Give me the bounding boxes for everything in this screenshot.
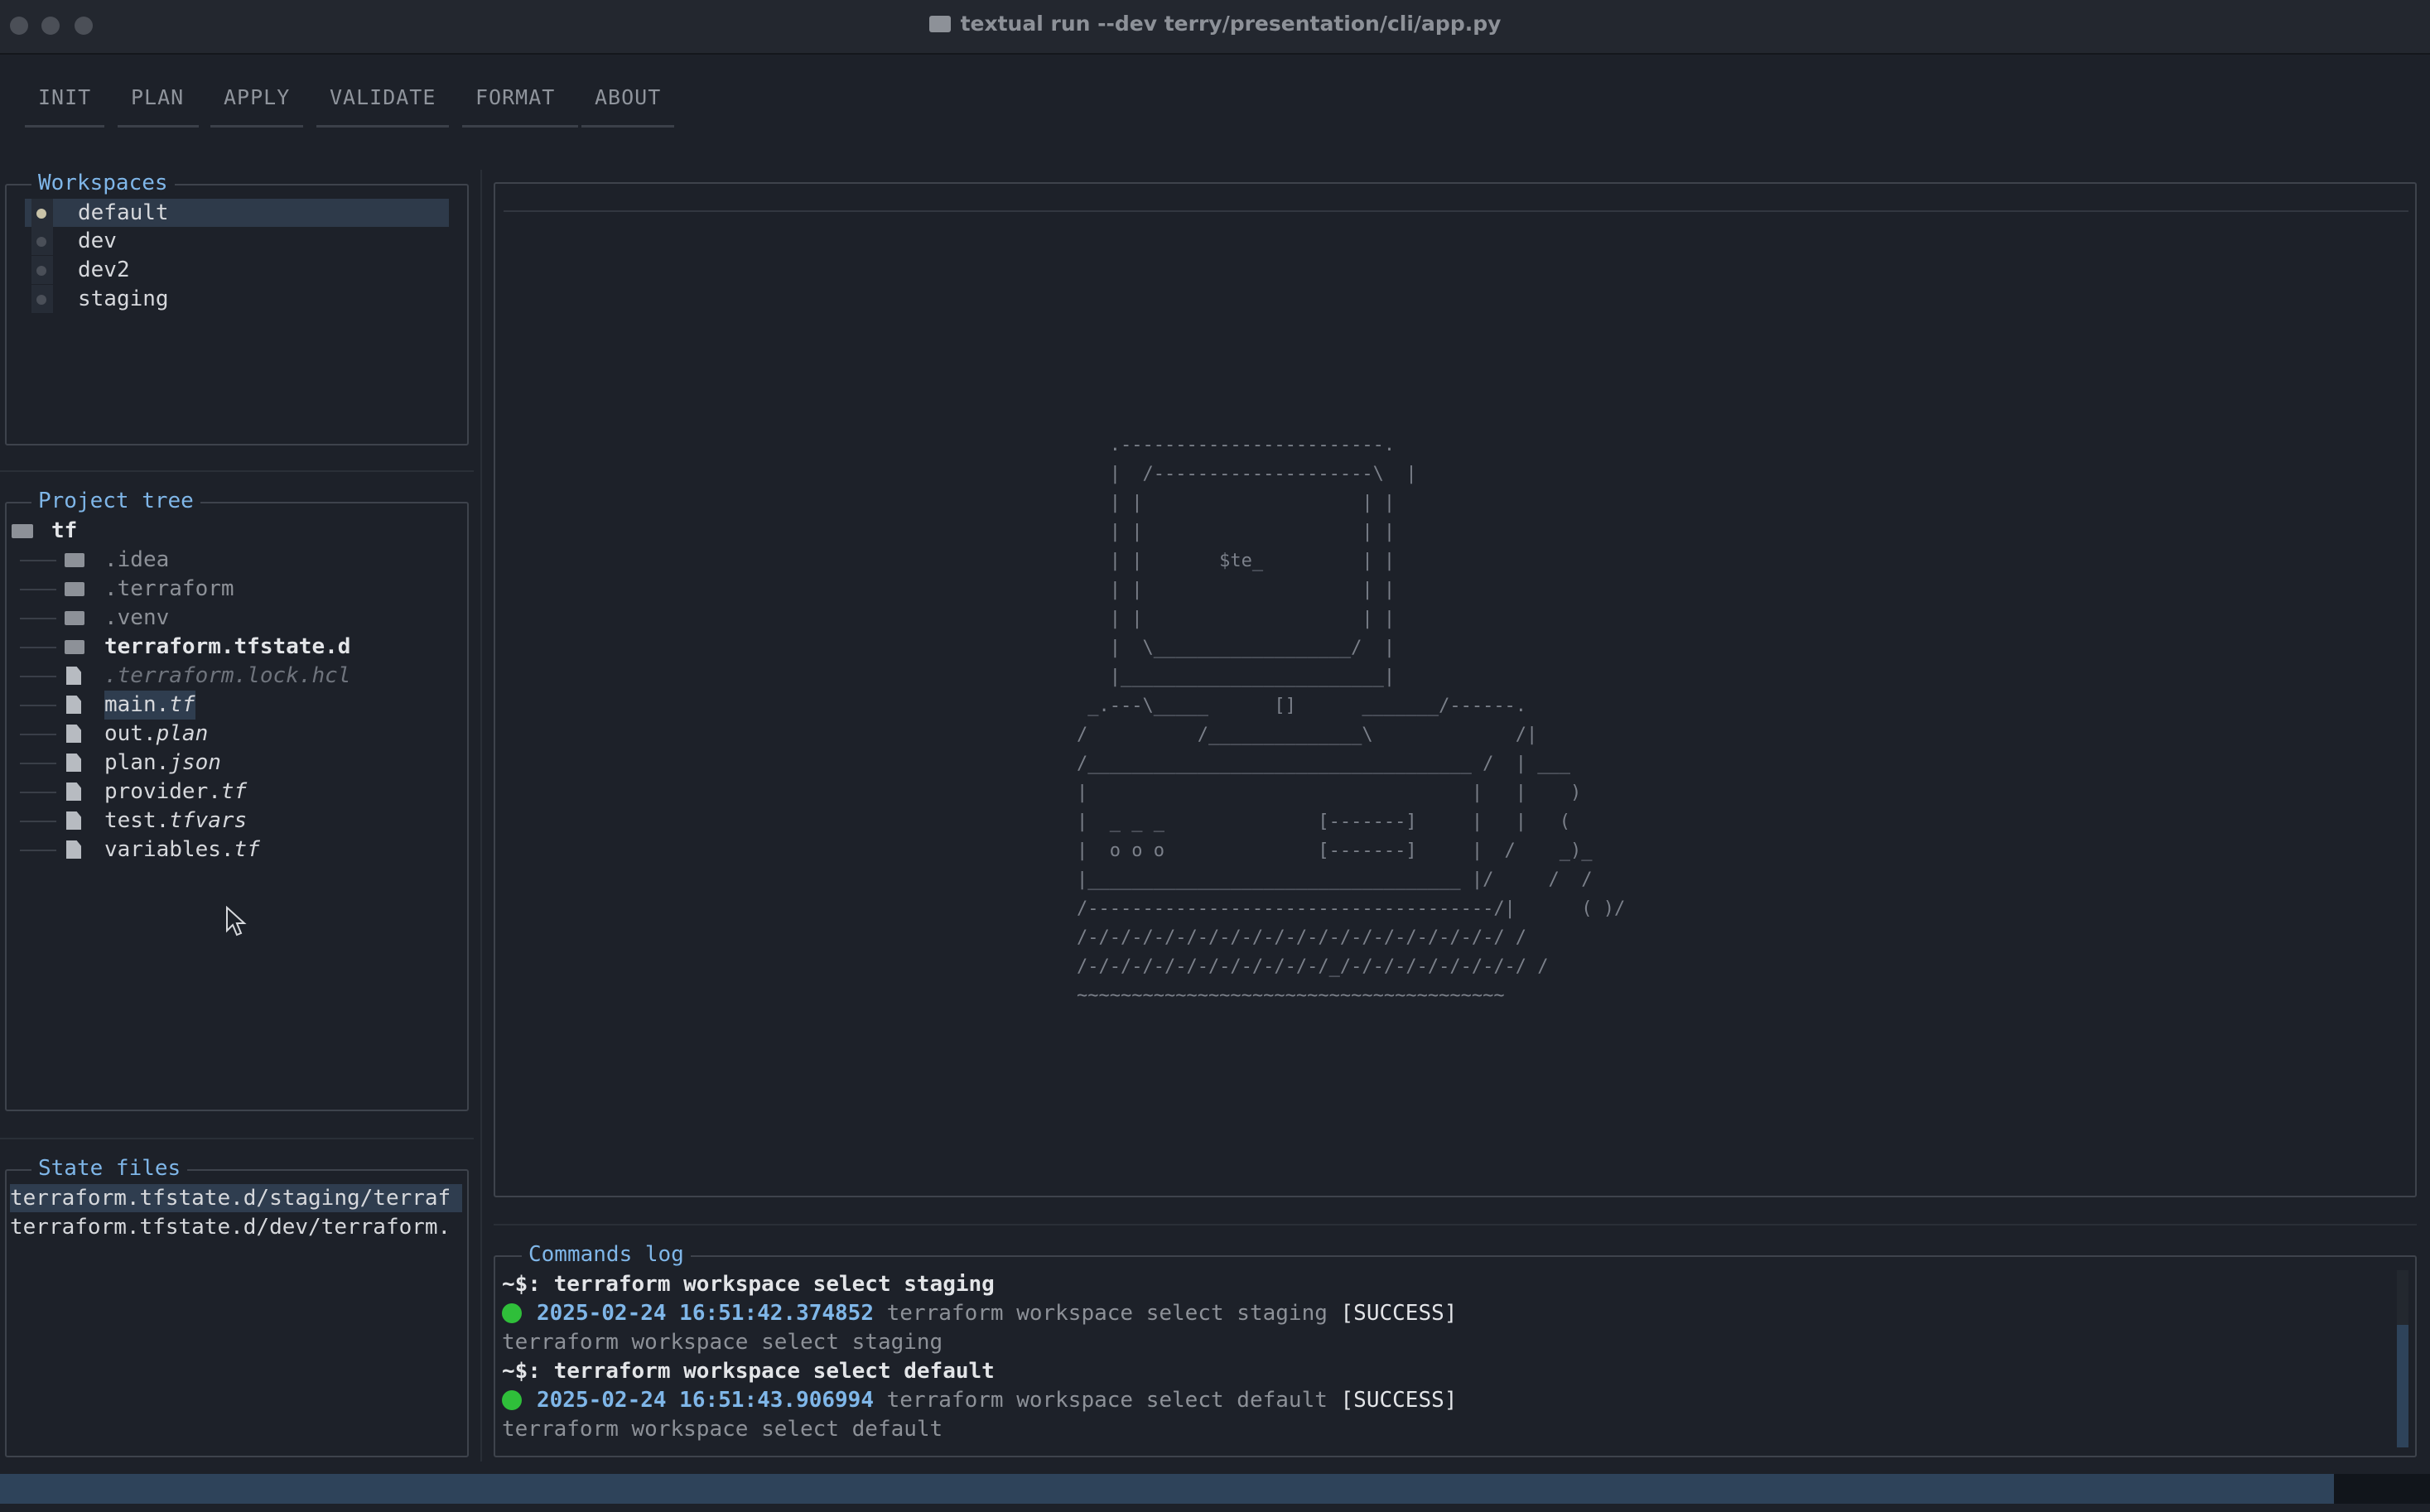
workspace-item-dev2[interactable]: dev2 <box>25 256 449 284</box>
workspaces-title: Workspaces <box>31 171 175 195</box>
tab-plan[interactable]: PLAN <box>118 81 199 128</box>
radio-dot-icon <box>36 237 46 247</box>
log-output: terraform workspace select default <box>502 1417 943 1442</box>
mouse-cursor-icon <box>226 906 247 937</box>
section-divider <box>494 1224 2417 1225</box>
folder-icon <box>65 640 84 654</box>
file-icon <box>66 811 81 830</box>
workspace-item-staging[interactable]: staging <box>25 285 449 313</box>
log-result: 2025-02-24 16:51:43.906994 terraform wor… <box>502 1386 1457 1415</box>
file-icon <box>66 754 81 772</box>
log-command: ~$: terraform workspace select staging <box>502 1272 995 1297</box>
file-icon <box>66 782 81 801</box>
tree-item-tfstate-dir[interactable]: terraform.tfstate.d <box>20 633 451 662</box>
radio-dot-icon <box>36 209 46 219</box>
tree-item-lockfile[interactable]: .terraform.lock.hcl <box>20 662 451 691</box>
state-file-item[interactable]: terraform.tfstate.d/dev/terraform. <box>10 1213 462 1241</box>
log-result: 2025-02-24 16:51:42.374852 terraform wor… <box>502 1299 1457 1328</box>
tab-validate[interactable]: VALIDATE <box>316 81 449 128</box>
tree-item-provider-tf[interactable]: provider.tf <box>20 778 451 807</box>
window-title: textual run --dev terry/presentation/cli… <box>0 12 2430 36</box>
folder-icon <box>928 16 951 32</box>
project-tree-title: Project tree <box>31 489 200 513</box>
tab-format[interactable]: FORMAT <box>462 81 578 128</box>
workspace-item-dev[interactable]: dev <box>25 227 449 255</box>
tree-item-out-plan[interactable]: out.plan <box>20 720 451 749</box>
radio-dot-icon <box>36 295 46 305</box>
folder-icon <box>65 553 84 567</box>
status-bar <box>0 1474 2334 1504</box>
content-rule <box>504 210 2408 212</box>
file-icon <box>66 667 81 685</box>
tree-item-venv[interactable]: .venv <box>20 604 451 633</box>
log-command: ~$: terraform workspace select default <box>502 1359 995 1384</box>
tree-item-idea[interactable]: .idea <box>20 546 451 575</box>
tab-init[interactable]: INIT <box>25 81 104 128</box>
tree-item-main-tf[interactable]: main.tf <box>20 691 451 720</box>
log-output: terraform workspace select staging <box>502 1330 943 1355</box>
section-divider <box>0 470 474 472</box>
success-dot-icon <box>502 1390 522 1410</box>
tab-about[interactable]: ABOUT <box>581 81 674 128</box>
tree-item-terraform[interactable]: .terraform <box>20 575 451 604</box>
radio-dot-icon <box>36 266 46 276</box>
folder-icon <box>65 611 84 625</box>
log-scrollbar-thumb[interactable] <box>2397 1325 2408 1447</box>
success-dot-icon <box>502 1303 522 1323</box>
file-icon <box>66 696 81 714</box>
sidebar-divider <box>480 170 482 1461</box>
state-files-title: State files <box>31 1156 188 1181</box>
state-file-item[interactable]: terraform.tfstate.d/staging/terraf <box>10 1184 462 1212</box>
status-bar-end <box>2334 1474 2430 1504</box>
tree-item-plan-json[interactable]: plan.json <box>20 749 451 778</box>
commands-log-title: Commands log <box>522 1242 691 1267</box>
workspace-item-default[interactable]: default <box>25 199 449 227</box>
ascii-computer-art: .------------------------. | /----------… <box>1077 435 1626 1006</box>
section-divider <box>0 1138 474 1139</box>
file-icon <box>66 725 81 743</box>
open-folder-icon <box>12 524 33 538</box>
folder-icon <box>65 582 84 596</box>
tree-item-test-tfvars[interactable]: test.tfvars <box>20 807 451 835</box>
tree-item-variables-tf[interactable]: variables.tf <box>20 835 451 864</box>
tab-apply[interactable]: APPLY <box>210 81 303 128</box>
file-icon <box>66 840 81 859</box>
